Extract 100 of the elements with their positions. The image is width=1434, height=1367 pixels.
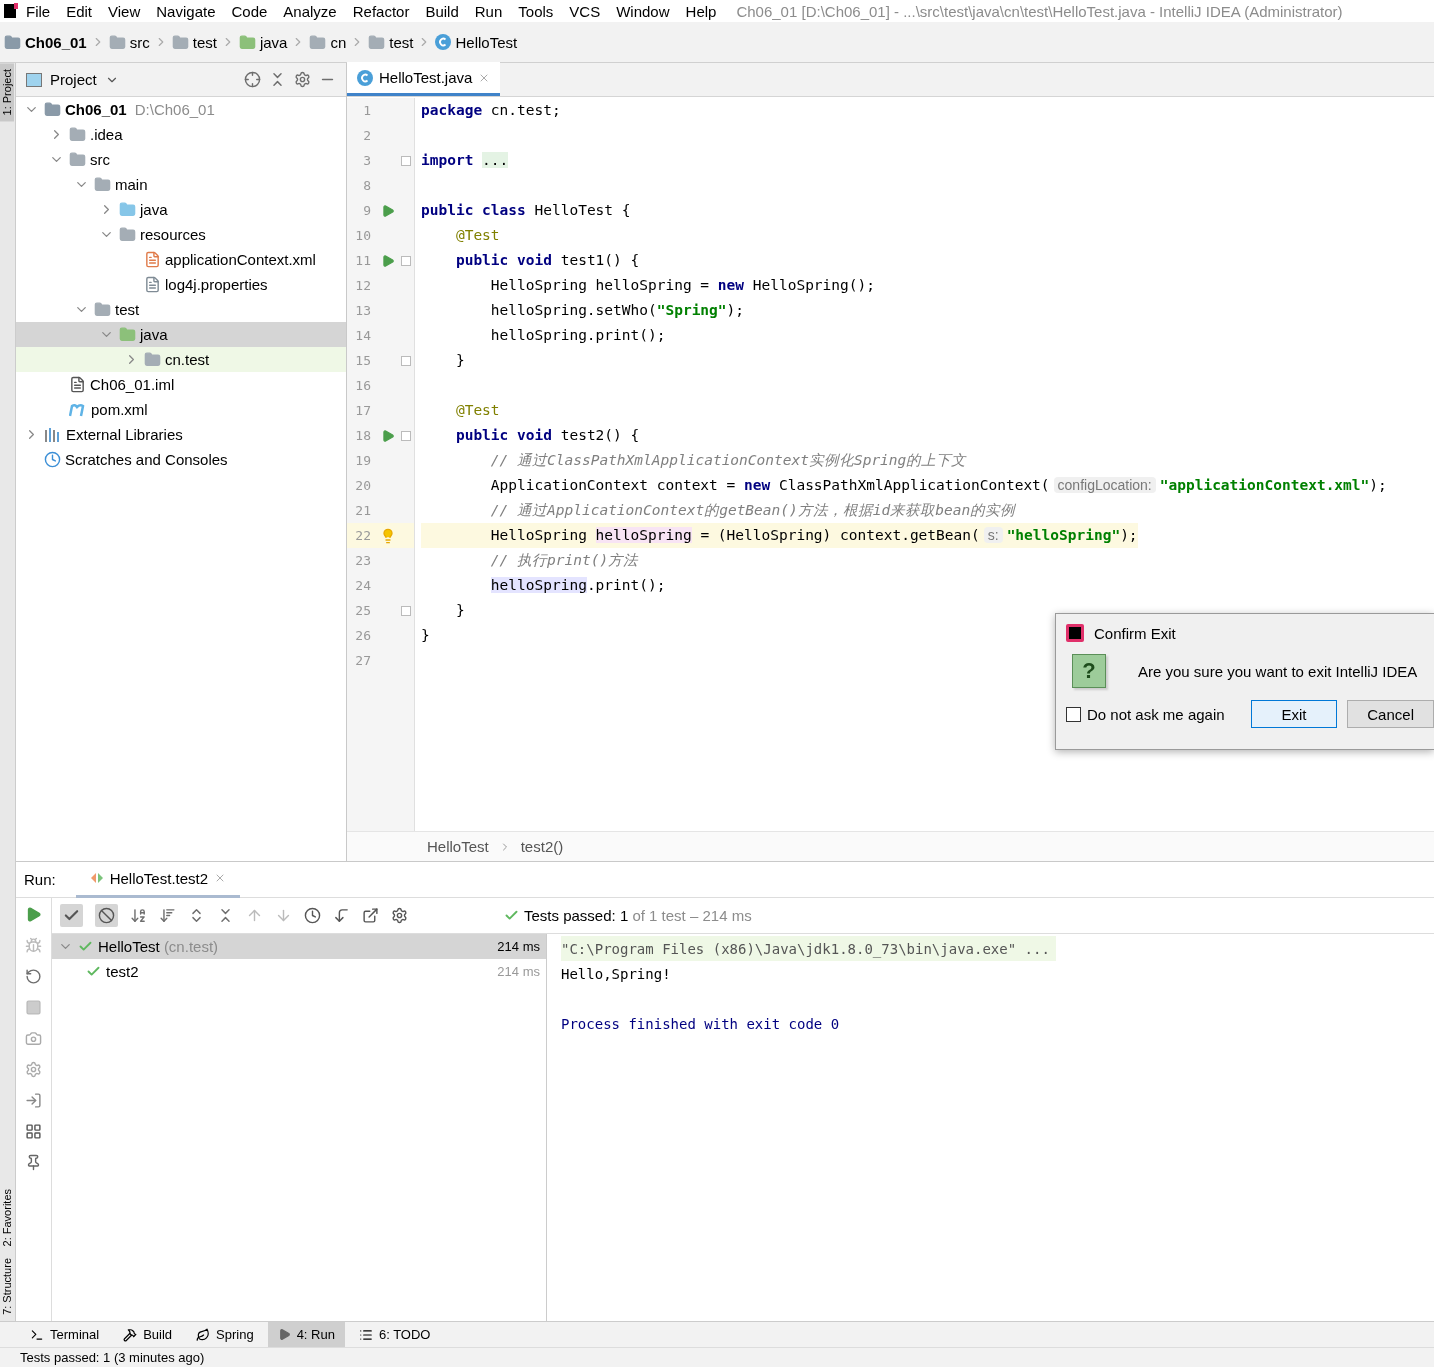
menu-item[interactable]: Edit [58, 2, 101, 20]
tree-item[interactable]: main [16, 172, 346, 197]
fold-marker[interactable] [401, 155, 411, 166]
menu-item[interactable]: Build [417, 2, 467, 20]
path-label: D:\Ch06_01 [134, 101, 215, 118]
panel-icon [26, 72, 42, 87]
tool-window-tab[interactable]: Build [113, 1322, 183, 1347]
checkbox[interactable]: Do not ask me again [1066, 705, 1225, 723]
run-icon[interactable] [25, 906, 42, 923]
import-icon[interactable] [25, 1092, 42, 1109]
tree-item[interactable]: applicationContext.xml [16, 247, 346, 272]
menu-item[interactable]: Refactor [344, 2, 418, 20]
run-tab[interactable]: HelloTest.test2 [75, 861, 241, 898]
history-icon[interactable] [304, 907, 321, 924]
folder-icon [44, 101, 61, 118]
tree-item[interactable]: src [16, 147, 346, 172]
menu-item[interactable]: Code [223, 2, 276, 20]
folder-icon [171, 33, 189, 51]
test-row[interactable]: HelloTest (cn.test) 214 ms [52, 934, 546, 959]
tree-item[interactable]: log4j.properties [16, 272, 346, 297]
arrow-up-icon[interactable] [246, 907, 263, 924]
line-number: 13 [354, 303, 371, 318]
tool-window-tab[interactable]: 7: Structure [0, 1252, 14, 1321]
show-passed-button[interactable] [60, 904, 83, 927]
tree-item[interactable]: java [16, 322, 346, 347]
folder-icon [4, 33, 21, 51]
breadcrumb[interactable]: java [259, 33, 288, 51]
rerun-failed-icon[interactable] [25, 937, 42, 954]
tree-item[interactable]: resources [16, 222, 346, 247]
menu-item[interactable]: Run [466, 2, 511, 20]
panel-title[interactable]: Project [50, 71, 97, 88]
menu-item[interactable]: Analyze [275, 2, 345, 20]
tree-item[interactable]: java [16, 197, 346, 222]
pin-icon[interactable] [25, 1154, 42, 1171]
menu-item[interactable]: View [100, 2, 149, 20]
crosshair-icon[interactable] [244, 71, 261, 88]
tree-item[interactable]: Ch06_01.iml [16, 372, 346, 397]
menu-item[interactable]: Window [608, 2, 678, 20]
import-tests-icon[interactable] [333, 907, 350, 924]
code-line: helloSpring.print(); [489, 576, 666, 595]
layout-icon[interactable] [25, 1123, 42, 1140]
export-icon[interactable] [362, 907, 379, 924]
test-row[interactable]: test2 214 ms [52, 959, 546, 984]
breadcrumb[interactable]: Ch06_01 [25, 33, 87, 51]
fold-marker[interactable] [401, 355, 411, 366]
breadcrumb[interactable]: test [192, 33, 217, 51]
dialog-button[interactable]: Cancel [1347, 700, 1434, 728]
line-number: 9 [362, 203, 371, 218]
breadcrumb[interactable]: HelloTest [455, 33, 518, 51]
hammer-icon [123, 1327, 138, 1342]
tree-item[interactable]: Scratches and Consoles [16, 447, 346, 472]
dialog-button[interactable]: Exit [1250, 700, 1338, 728]
menu-item[interactable]: File [18, 2, 59, 20]
tool-window-tab[interactable]: 6: TODO [348, 1322, 441, 1347]
fold-marker[interactable] [401, 605, 411, 616]
breadcrumb[interactable]: test2() [520, 838, 564, 855]
tree-item[interactable]: test [16, 297, 346, 322]
stop-icon[interactable] [25, 999, 42, 1016]
editor-tab[interactable]: HelloTest.java [347, 62, 501, 96]
clock-icon [44, 451, 61, 468]
settings-icon[interactable] [391, 907, 408, 924]
tool-window-tab[interactable]: 4: Run [267, 1322, 345, 1347]
line-number: 23 [354, 553, 371, 568]
breadcrumb[interactable]: test [389, 33, 414, 51]
tool-window-tab[interactable]: 1: Project [0, 63, 14, 122]
menu-item[interactable]: Tools [510, 2, 562, 20]
code-line: @Test [454, 226, 500, 245]
lightbulb-icon[interactable] [380, 527, 396, 544]
run-icon[interactable] [381, 253, 395, 268]
tree-item[interactable]: cn.test [16, 347, 346, 372]
fold-marker[interactable] [401, 255, 411, 266]
tree-item[interactable]: pom.xml [16, 397, 346, 422]
toggle-auto-test-icon[interactable] [25, 968, 42, 985]
sort-alphabetically-icon[interactable] [130, 907, 147, 924]
tool-window-tab[interactable]: Terminal [20, 1322, 110, 1347]
run-icon[interactable] [381, 428, 395, 443]
camera-icon[interactable] [25, 1030, 42, 1047]
menu-item[interactable]: Help [677, 2, 725, 20]
fold-marker[interactable] [401, 430, 411, 441]
folder-icon [238, 33, 256, 51]
show-ignored-button[interactable] [95, 904, 118, 927]
breadcrumb[interactable]: cn [330, 33, 347, 51]
arrow-down-icon[interactable] [275, 907, 292, 924]
tree-item[interactable]: External Libraries [16, 422, 346, 447]
tool-window-tab[interactable]: Spring [186, 1322, 264, 1347]
menu-item[interactable]: Navigate [148, 2, 224, 20]
breadcrumb[interactable]: HelloTest [427, 838, 489, 855]
test-summary: Tests passed: 1 of 1 test – 214 ms [524, 907, 752, 924]
sort-by-duration-icon[interactable] [159, 907, 176, 924]
run-icon[interactable] [381, 203, 395, 218]
tool-window-tab[interactable]: 2: Favorites [0, 1182, 14, 1253]
code-line: HelloSpring helloSpring = new HelloSpring(); [489, 276, 875, 295]
tree-item[interactable]: .idea [16, 122, 346, 147]
folder-icon [119, 226, 136, 243]
code-line: public void test2() { [454, 426, 640, 445]
menu-item[interactable]: VCS [561, 2, 609, 20]
folder-icon [368, 33, 386, 51]
tree-item[interactable]: Ch06_01 D:\Ch06_01 [16, 97, 346, 122]
settings-icon[interactable] [294, 71, 311, 88]
breadcrumb[interactable]: src [129, 33, 150, 51]
